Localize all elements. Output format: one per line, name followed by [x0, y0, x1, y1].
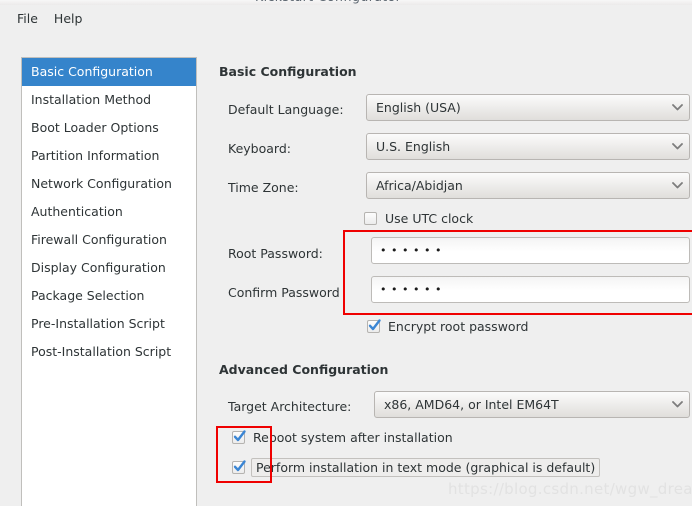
- main-content: Basic Configuration Installation Method …: [0, 31, 692, 506]
- default-language-select[interactable]: English (USA): [366, 94, 690, 121]
- text-mode-checkbox-row[interactable]: Perform installation in text mode (graph…: [232, 458, 601, 477]
- sidebar-item-firewall-configuration[interactable]: Firewall Configuration: [22, 226, 196, 254]
- target-architecture-label: Target Architecture:: [228, 399, 352, 414]
- default-language-value: English (USA): [376, 100, 461, 115]
- confirm-password-input[interactable]: ••••••: [371, 276, 690, 303]
- advanced-configuration-heading: Advanced Configuration: [219, 362, 389, 377]
- default-language-label: Default Language:: [228, 102, 344, 117]
- keyboard-select[interactable]: U.S. English: [366, 133, 690, 160]
- sidebar-item-authentication[interactable]: Authentication: [22, 198, 196, 226]
- sidebar-item-post-installation-script[interactable]: Post-Installation Script: [22, 338, 196, 366]
- chevron-down-icon: [665, 182, 689, 189]
- reboot-system-label: Reboot system after installation: [253, 430, 453, 445]
- root-password-input[interactable]: ••••••: [371, 237, 690, 264]
- sidebar-item-display-configuration[interactable]: Display Configuration: [22, 254, 196, 282]
- encrypt-root-password-checkbox-row[interactable]: Encrypt root password: [367, 319, 528, 334]
- root-password-label: Root Password:: [228, 246, 323, 261]
- basic-configuration-heading: Basic Configuration: [219, 64, 357, 79]
- menu-file[interactable]: File: [9, 9, 46, 28]
- use-utc-clock-checkbox[interactable]: [364, 212, 377, 225]
- time-zone-value: Africa/Abidjan: [376, 178, 463, 193]
- sidebar-item-pre-installation-script[interactable]: Pre-Installation Script: [22, 310, 196, 338]
- kickstart-configurator-window: Kickstart Configurator File Help Basic C…: [0, 0, 692, 506]
- chevron-down-icon: [665, 401, 689, 408]
- section-list[interactable]: Basic Configuration Installation Method …: [21, 57, 197, 506]
- text-mode-checkbox[interactable]: [232, 460, 246, 474]
- confirm-password-value: ••••••: [380, 283, 446, 296]
- menu-help[interactable]: Help: [46, 9, 91, 28]
- time-zone-label: Time Zone:: [228, 180, 299, 195]
- basic-configuration-pane: Basic Configuration Default Language: En…: [219, 31, 692, 506]
- confirm-password-label: Confirm Password: [228, 285, 340, 300]
- use-utc-clock-checkbox-row[interactable]: Use UTC clock: [364, 211, 473, 226]
- sidebar-item-installation-method[interactable]: Installation Method: [22, 86, 196, 114]
- reboot-system-checkbox-row[interactable]: Reboot system after installation: [232, 430, 453, 445]
- sidebar-item-boot-loader-options[interactable]: Boot Loader Options: [22, 114, 196, 142]
- sidebar-item-basic-configuration[interactable]: Basic Configuration: [22, 58, 196, 86]
- target-architecture-select[interactable]: x86, AMD64, or Intel EM64T: [374, 391, 690, 418]
- encrypt-root-password-checkbox[interactable]: [367, 319, 381, 333]
- window-title: Kickstart Configurator: [255, 0, 401, 4]
- root-password-value: ••••••: [380, 244, 446, 257]
- chevron-down-icon: [665, 104, 689, 111]
- time-zone-select[interactable]: Africa/Abidjan: [366, 172, 690, 199]
- chevron-down-icon: [665, 143, 689, 150]
- menu-bar: File Help: [0, 5, 692, 31]
- use-utc-clock-label: Use UTC clock: [385, 211, 474, 226]
- keyboard-label: Keyboard:: [228, 141, 291, 156]
- keyboard-value: U.S. English: [376, 139, 451, 154]
- sidebar-item-partition-information[interactable]: Partition Information: [22, 142, 196, 170]
- sidebar-item-package-selection[interactable]: Package Selection: [22, 282, 196, 310]
- target-architecture-value: x86, AMD64, or Intel EM64T: [384, 397, 559, 412]
- encrypt-root-password-label: Encrypt root password: [388, 319, 529, 334]
- text-mode-label: Perform installation in text mode (graph…: [251, 458, 601, 477]
- sidebar-item-network-configuration[interactable]: Network Configuration: [22, 170, 196, 198]
- reboot-system-checkbox[interactable]: [232, 430, 246, 444]
